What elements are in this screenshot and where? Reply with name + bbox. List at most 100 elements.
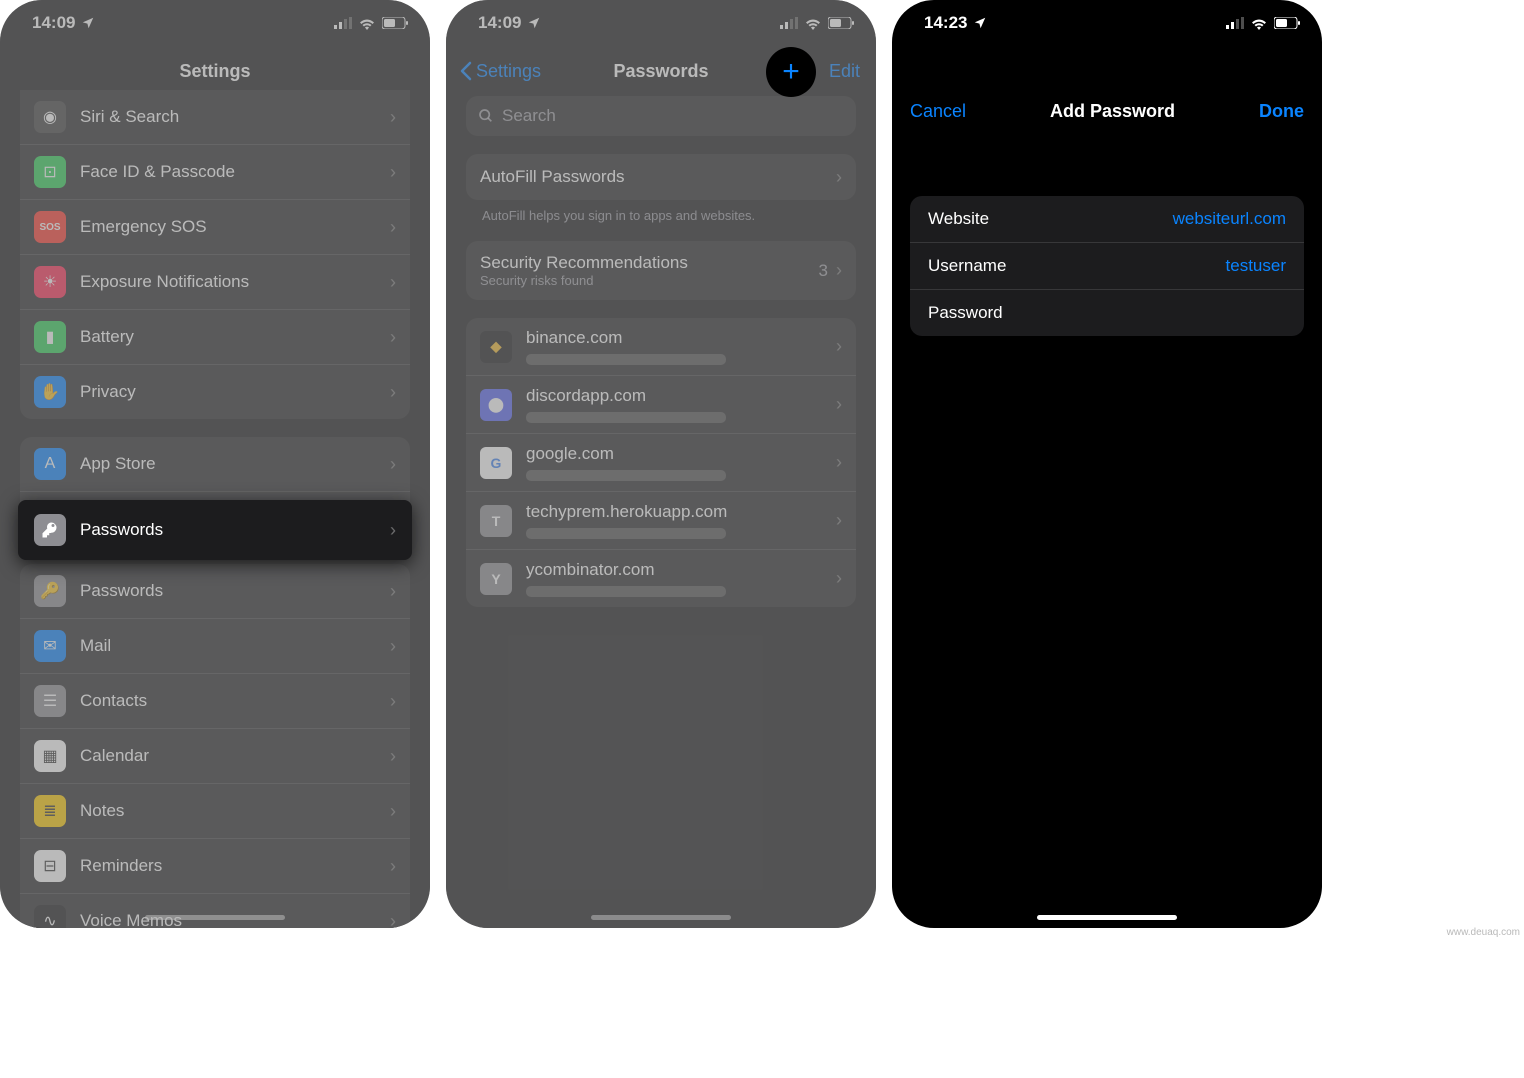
back-button[interactable]: Settings bbox=[460, 61, 541, 82]
notes-icon: ≣ bbox=[34, 795, 66, 827]
chevron-right-icon: › bbox=[836, 167, 842, 188]
autofill-footer: AutoFill helps you sign in to apps and w… bbox=[466, 200, 856, 223]
sheet-nav: Cancel Add Password Done bbox=[892, 86, 1322, 136]
home-indicator[interactable] bbox=[1037, 915, 1177, 920]
settings-row-sos[interactable]: SOSEmergency SOS› bbox=[20, 199, 410, 254]
settings-group-1: ◉Siri & Search›⊡Face ID & Passcode›SOSEm… bbox=[20, 90, 410, 419]
faceid-icon: ⊡ bbox=[34, 156, 66, 188]
edit-button[interactable]: Edit bbox=[829, 61, 860, 82]
settings-row-passwords-highlight[interactable]: Passwords › bbox=[18, 500, 412, 560]
accounts-group: ◆binance.com›⬤discordapp.com›Ggoogle.com… bbox=[466, 318, 856, 607]
chevron-right-icon: › bbox=[836, 336, 842, 357]
done-button[interactable]: Done bbox=[1259, 101, 1304, 122]
account-site: discordapp.com bbox=[526, 386, 836, 406]
settings-row-label: App Store bbox=[80, 454, 390, 474]
settings-row-label: Emergency SOS bbox=[80, 217, 390, 237]
chevron-right-icon: › bbox=[836, 510, 842, 531]
home-indicator[interactable] bbox=[591, 915, 731, 920]
signal-icon bbox=[334, 17, 352, 29]
settings-row-key[interactable]: 🔑 Passwords› bbox=[20, 564, 410, 618]
calendar-icon: ▦ bbox=[34, 740, 66, 772]
back-label: Settings bbox=[476, 61, 541, 82]
settings-row-label: Battery bbox=[80, 327, 390, 347]
settings-row-notes[interactable]: ≣Notes› bbox=[20, 783, 410, 838]
home-indicator[interactable] bbox=[145, 915, 285, 920]
settings-row-label: Siri & Search bbox=[80, 107, 390, 127]
cancel-button[interactable]: Cancel bbox=[910, 101, 966, 122]
chevron-right-icon: › bbox=[390, 454, 396, 475]
reminders-icon: ⊟ bbox=[34, 850, 66, 882]
chevron-right-icon: › bbox=[390, 581, 396, 602]
account-username-redacted bbox=[526, 354, 726, 365]
account-row[interactable]: Yycombinator.com› bbox=[466, 549, 856, 607]
settings-row-label: Passwords bbox=[80, 520, 390, 540]
settings-row-appstore[interactable]: A App Store› bbox=[20, 437, 410, 491]
form-value[interactable]: testuser bbox=[1226, 256, 1286, 276]
key-icon: 🔑 bbox=[34, 575, 66, 607]
add-password-highlight[interactable]: + bbox=[766, 47, 816, 97]
status-bar: 14:09 bbox=[0, 0, 430, 46]
status-time: 14:23 bbox=[924, 13, 967, 33]
appstore-icon: A bbox=[34, 448, 66, 480]
watermark: www.deuaq.com bbox=[1447, 927, 1520, 938]
battery-icon: ▮ bbox=[34, 321, 66, 353]
key-icon bbox=[34, 514, 66, 546]
settings-row-voicememos[interactable]: ∿Voice Memos› bbox=[20, 893, 410, 928]
settings-group-3: 🔑 Passwords› ✉Mail›☰Contacts›▦Calendar› ≣ No… bbox=[20, 564, 410, 928]
settings-row-label: Privacy bbox=[80, 382, 390, 402]
status-bar: 14:09 bbox=[446, 0, 876, 46]
form-label: Username bbox=[928, 256, 1006, 276]
settings-row-privacy[interactable]: ✋ Privacy› bbox=[20, 364, 410, 419]
security-recommendations-row[interactable]: Security Recommendations Security risks … bbox=[466, 241, 856, 300]
voicememos-icon: ∿ bbox=[34, 905, 66, 928]
chevron-right-icon: › bbox=[836, 568, 842, 589]
account-site: google.com bbox=[526, 444, 836, 464]
settings-row-contacts[interactable]: ☰Contacts› bbox=[20, 673, 410, 728]
settings-row-battery[interactable]: ▮Battery› bbox=[20, 309, 410, 364]
settings-row-label: Reminders bbox=[80, 856, 390, 876]
settings-row-label: Contacts bbox=[80, 691, 390, 711]
account-username-redacted bbox=[526, 412, 726, 423]
account-row[interactable]: Ttechyprem.herokuapp.com› bbox=[466, 491, 856, 549]
battery-icon bbox=[828, 17, 854, 29]
chevron-right-icon: › bbox=[836, 260, 842, 281]
account-row[interactable]: Ggoogle.com› bbox=[466, 433, 856, 491]
settings-row-exposure[interactable]: ☀Exposure Notifications› bbox=[20, 254, 410, 309]
signal-icon bbox=[780, 17, 798, 29]
chevron-left-icon bbox=[460, 61, 472, 81]
security-group: Security Recommendations Security risks … bbox=[466, 241, 856, 300]
screenshot-settings: 14:09 Settings ◉Siri & Search›⊡Face ID &… bbox=[0, 0, 430, 928]
chevron-right-icon: › bbox=[390, 382, 396, 403]
account-site: binance.com bbox=[526, 328, 836, 348]
form-row-username[interactable]: Username testuser bbox=[910, 242, 1304, 289]
settings-row-label: Passwords bbox=[80, 581, 390, 601]
account-row[interactable]: ◆binance.com› bbox=[466, 318, 856, 375]
chevron-right-icon: › bbox=[390, 162, 396, 183]
form-label: Website bbox=[928, 209, 989, 229]
form-value[interactable]: websiteurl.com bbox=[1173, 209, 1286, 229]
location-icon bbox=[527, 16, 541, 30]
account-row[interactable]: ⬤discordapp.com› bbox=[466, 375, 856, 433]
settings-row-calendar[interactable]: ▦Calendar› bbox=[20, 728, 410, 783]
settings-row-siri[interactable]: ◉Siri & Search› bbox=[20, 90, 410, 144]
settings-row-mail[interactable]: ✉Mail› bbox=[20, 618, 410, 673]
form-row-password[interactable]: Password bbox=[910, 289, 1304, 336]
search-input[interactable]: Search bbox=[466, 96, 856, 136]
status-bar: 14:23 bbox=[892, 0, 1322, 46]
privacy-icon: ✋ bbox=[34, 376, 66, 408]
wifi-icon bbox=[358, 17, 376, 30]
settings-row-label: Notes bbox=[80, 801, 390, 821]
site-icon: G bbox=[480, 447, 512, 479]
chevron-right-icon: › bbox=[836, 452, 842, 473]
location-icon bbox=[973, 16, 987, 30]
form-row-website[interactable]: Website websiteurl.com bbox=[910, 196, 1304, 242]
location-icon bbox=[81, 16, 95, 30]
search-icon bbox=[478, 108, 494, 124]
battery-icon bbox=[1274, 17, 1300, 29]
autofill-passwords-row[interactable]: AutoFill Passwords › bbox=[466, 154, 856, 200]
sheet-title: Add Password bbox=[1050, 101, 1175, 122]
settings-row-reminders[interactable]: ⊟Reminders› bbox=[20, 838, 410, 893]
settings-row-faceid[interactable]: ⊡ Face ID & Passcode› bbox=[20, 144, 410, 199]
settings-row-label: Face ID & Passcode bbox=[80, 162, 390, 182]
plus-icon: + bbox=[782, 55, 800, 89]
